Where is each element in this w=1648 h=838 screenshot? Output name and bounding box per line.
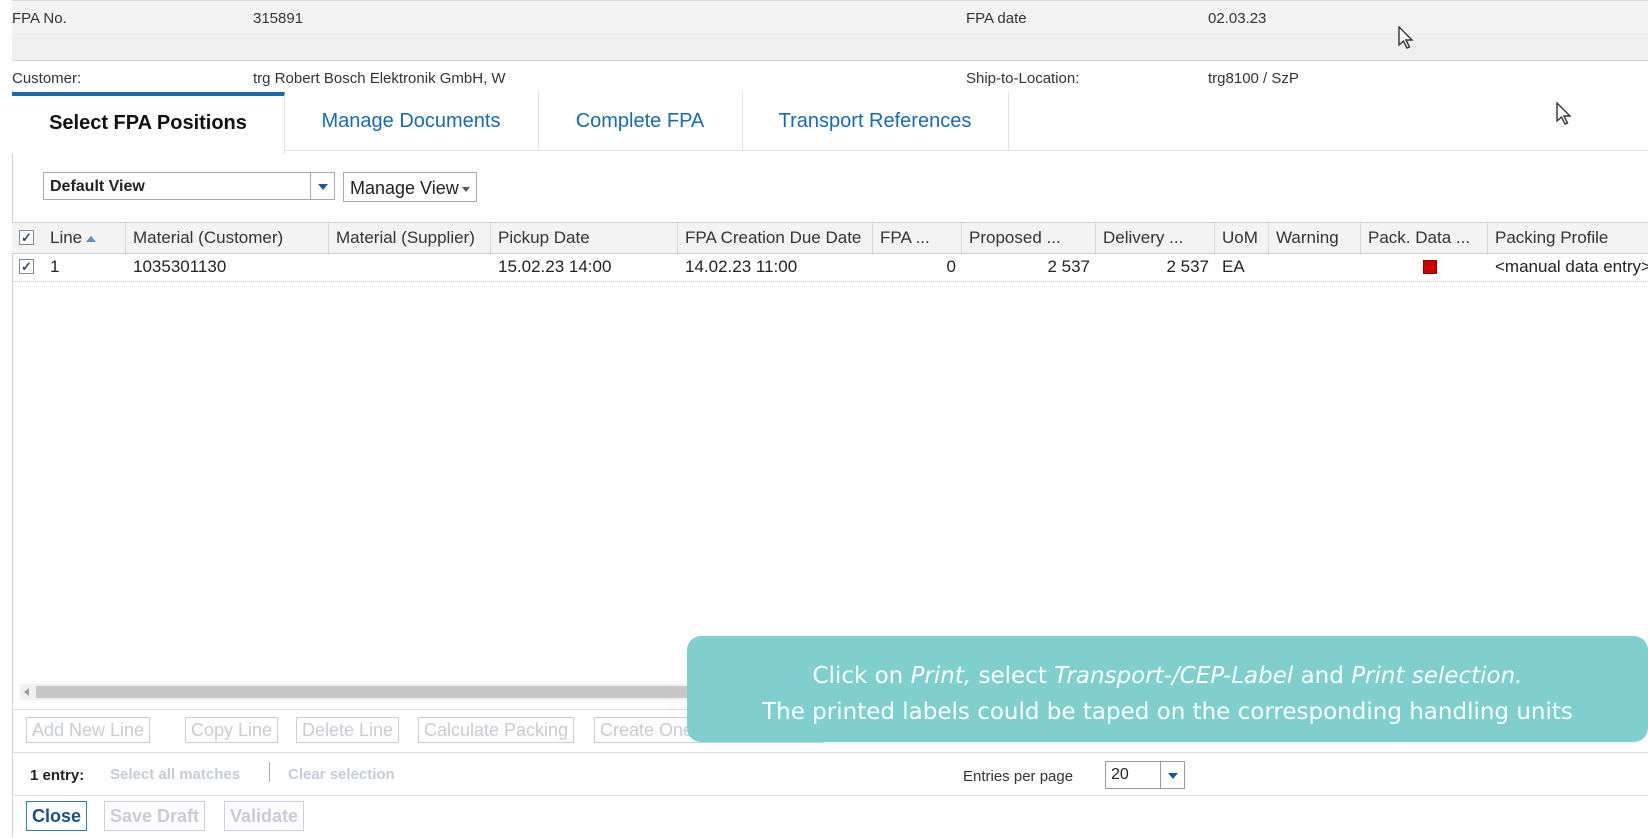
- ship-to-value: trg8100 / SzP: [1208, 70, 1299, 87]
- fpa-no-label: FPA No.: [12, 10, 67, 27]
- cell-uom: EA: [1222, 257, 1245, 276]
- cell-line: 1: [50, 257, 60, 276]
- action-bar: Close Save Draft Validate: [12, 795, 1648, 838]
- entry-count: 1 entry:: [30, 767, 85, 784]
- fpa-date-value: 02.03.23: [1208, 10, 1267, 27]
- row-checkbox[interactable]: ✓: [19, 259, 34, 274]
- tab-transport-references[interactable]: Transport References: [742, 92, 1009, 150]
- customer-label: Customer:: [12, 70, 82, 87]
- table-row[interactable]: ✓ 1 1035301130 15.02.23 14:00 14.02.23 1…: [12, 253, 1648, 282]
- tab-strip: Select FPA Positions Manage Documents Co…: [12, 92, 1648, 154]
- column-header-material-customer[interactable]: Material (Customer): [126, 223, 329, 253]
- column-header-fpa[interactable]: FPA ...: [873, 223, 962, 253]
- grid-header: ✓ Line Material (Customer) Material (Sup…: [12, 222, 1648, 254]
- cell-warning: [1269, 253, 1361, 281]
- column-header-material-supplier[interactable]: Material (Supplier): [329, 223, 491, 253]
- entries-per-page-label: Entries per page: [963, 768, 1074, 785]
- cell-delivery: 2 537: [1166, 257, 1209, 276]
- cell-packing-profile: <manual data entry>: [1495, 257, 1648, 276]
- cell-material-supplier: [329, 253, 491, 281]
- clear-selection-link[interactable]: Clear selection: [288, 766, 395, 783]
- column-header-delivery[interactable]: Delivery ...: [1096, 223, 1215, 253]
- tab-complete-fpa[interactable]: Complete FPA: [538, 92, 743, 150]
- manage-view-label: Manage View: [350, 178, 459, 198]
- pack-data-status-icon: [1423, 260, 1437, 274]
- callout-line-2: The printed labels could be taped on the…: [762, 699, 1573, 725]
- column-header-warning[interactable]: Warning: [1269, 223, 1361, 253]
- close-button[interactable]: Close: [26, 801, 88, 831]
- footer-separator: [269, 762, 270, 782]
- calculate-packing-button[interactable]: Calculate Packing: [418, 717, 575, 743]
- chevron-down-icon: [461, 186, 470, 192]
- grid-footer: 1 entry: Select all matches Clear select…: [12, 752, 1648, 793]
- tab-select-fpa-positions[interactable]: Select FPA Positions: [12, 92, 285, 154]
- fpa-no-value: 315891: [253, 10, 304, 27]
- column-header-proposed[interactable]: Proposed ...: [962, 223, 1096, 253]
- delete-line-button[interactable]: Delete Line: [296, 717, 400, 743]
- header-row-customer: Customer: trg Robert Bosch Elektronik Gm…: [12, 61, 1648, 89]
- add-new-line-button[interactable]: Add New Line: [26, 717, 151, 743]
- column-header-pickup-date[interactable]: Pickup Date: [491, 223, 678, 253]
- column-header-label: Line: [50, 228, 83, 247]
- column-header-packing-profile[interactable]: Packing Profile: [1488, 223, 1648, 253]
- cell-material-customer: 1035301130: [133, 257, 227, 276]
- cell-fpa: 0: [946, 257, 956, 276]
- instruction-callout: Click on Print, select Transport-/CEP-La…: [687, 636, 1648, 742]
- cell-proposed: 2 537: [1047, 257, 1090, 276]
- tab-manage-documents[interactable]: Manage Documents: [284, 92, 539, 150]
- column-header-fpa-creation-due-date[interactable]: FPA Creation Due Date: [678, 223, 873, 253]
- cell-pickup-date: 15.02.23 14:00: [498, 257, 612, 276]
- fpa-date-label: FPA date: [966, 10, 1027, 27]
- cell-due-date: 14.02.23 11:00: [685, 257, 798, 276]
- column-header-uom[interactable]: UoM: [1215, 223, 1269, 253]
- view-select[interactable]: Default View: [43, 172, 311, 200]
- callout-line-1: Click on Print, select Transport-/CEP-La…: [812, 663, 1523, 689]
- entries-per-page-dropdown-button[interactable]: [1161, 761, 1185, 789]
- chevron-down-icon: [317, 184, 328, 190]
- entries-per-page-select[interactable]: 20: [1105, 761, 1161, 789]
- chevron-down-icon: [1167, 773, 1178, 779]
- save-draft-button[interactable]: Save Draft: [104, 801, 206, 831]
- view-select-dropdown-button[interactable]: [311, 172, 335, 200]
- copy-line-button[interactable]: Copy Line: [185, 717, 279, 743]
- column-header-line[interactable]: Line: [43, 223, 126, 253]
- select-all-matches-link[interactable]: Select all matches: [110, 766, 240, 783]
- validate-button[interactable]: Validate: [224, 801, 305, 831]
- column-header-pack-data[interactable]: Pack. Data ...: [1361, 223, 1488, 253]
- customer-value: trg Robert Bosch Elektronik GmbH, W: [253, 70, 506, 87]
- scroll-left-icon[interactable]: [24, 688, 29, 696]
- select-all-checkbox[interactable]: ✓: [19, 230, 34, 245]
- sort-ascending-icon: [86, 235, 97, 242]
- ship-to-label: Ship-to-Location:: [966, 70, 1080, 87]
- manage-view-button[interactable]: Manage View: [343, 172, 477, 202]
